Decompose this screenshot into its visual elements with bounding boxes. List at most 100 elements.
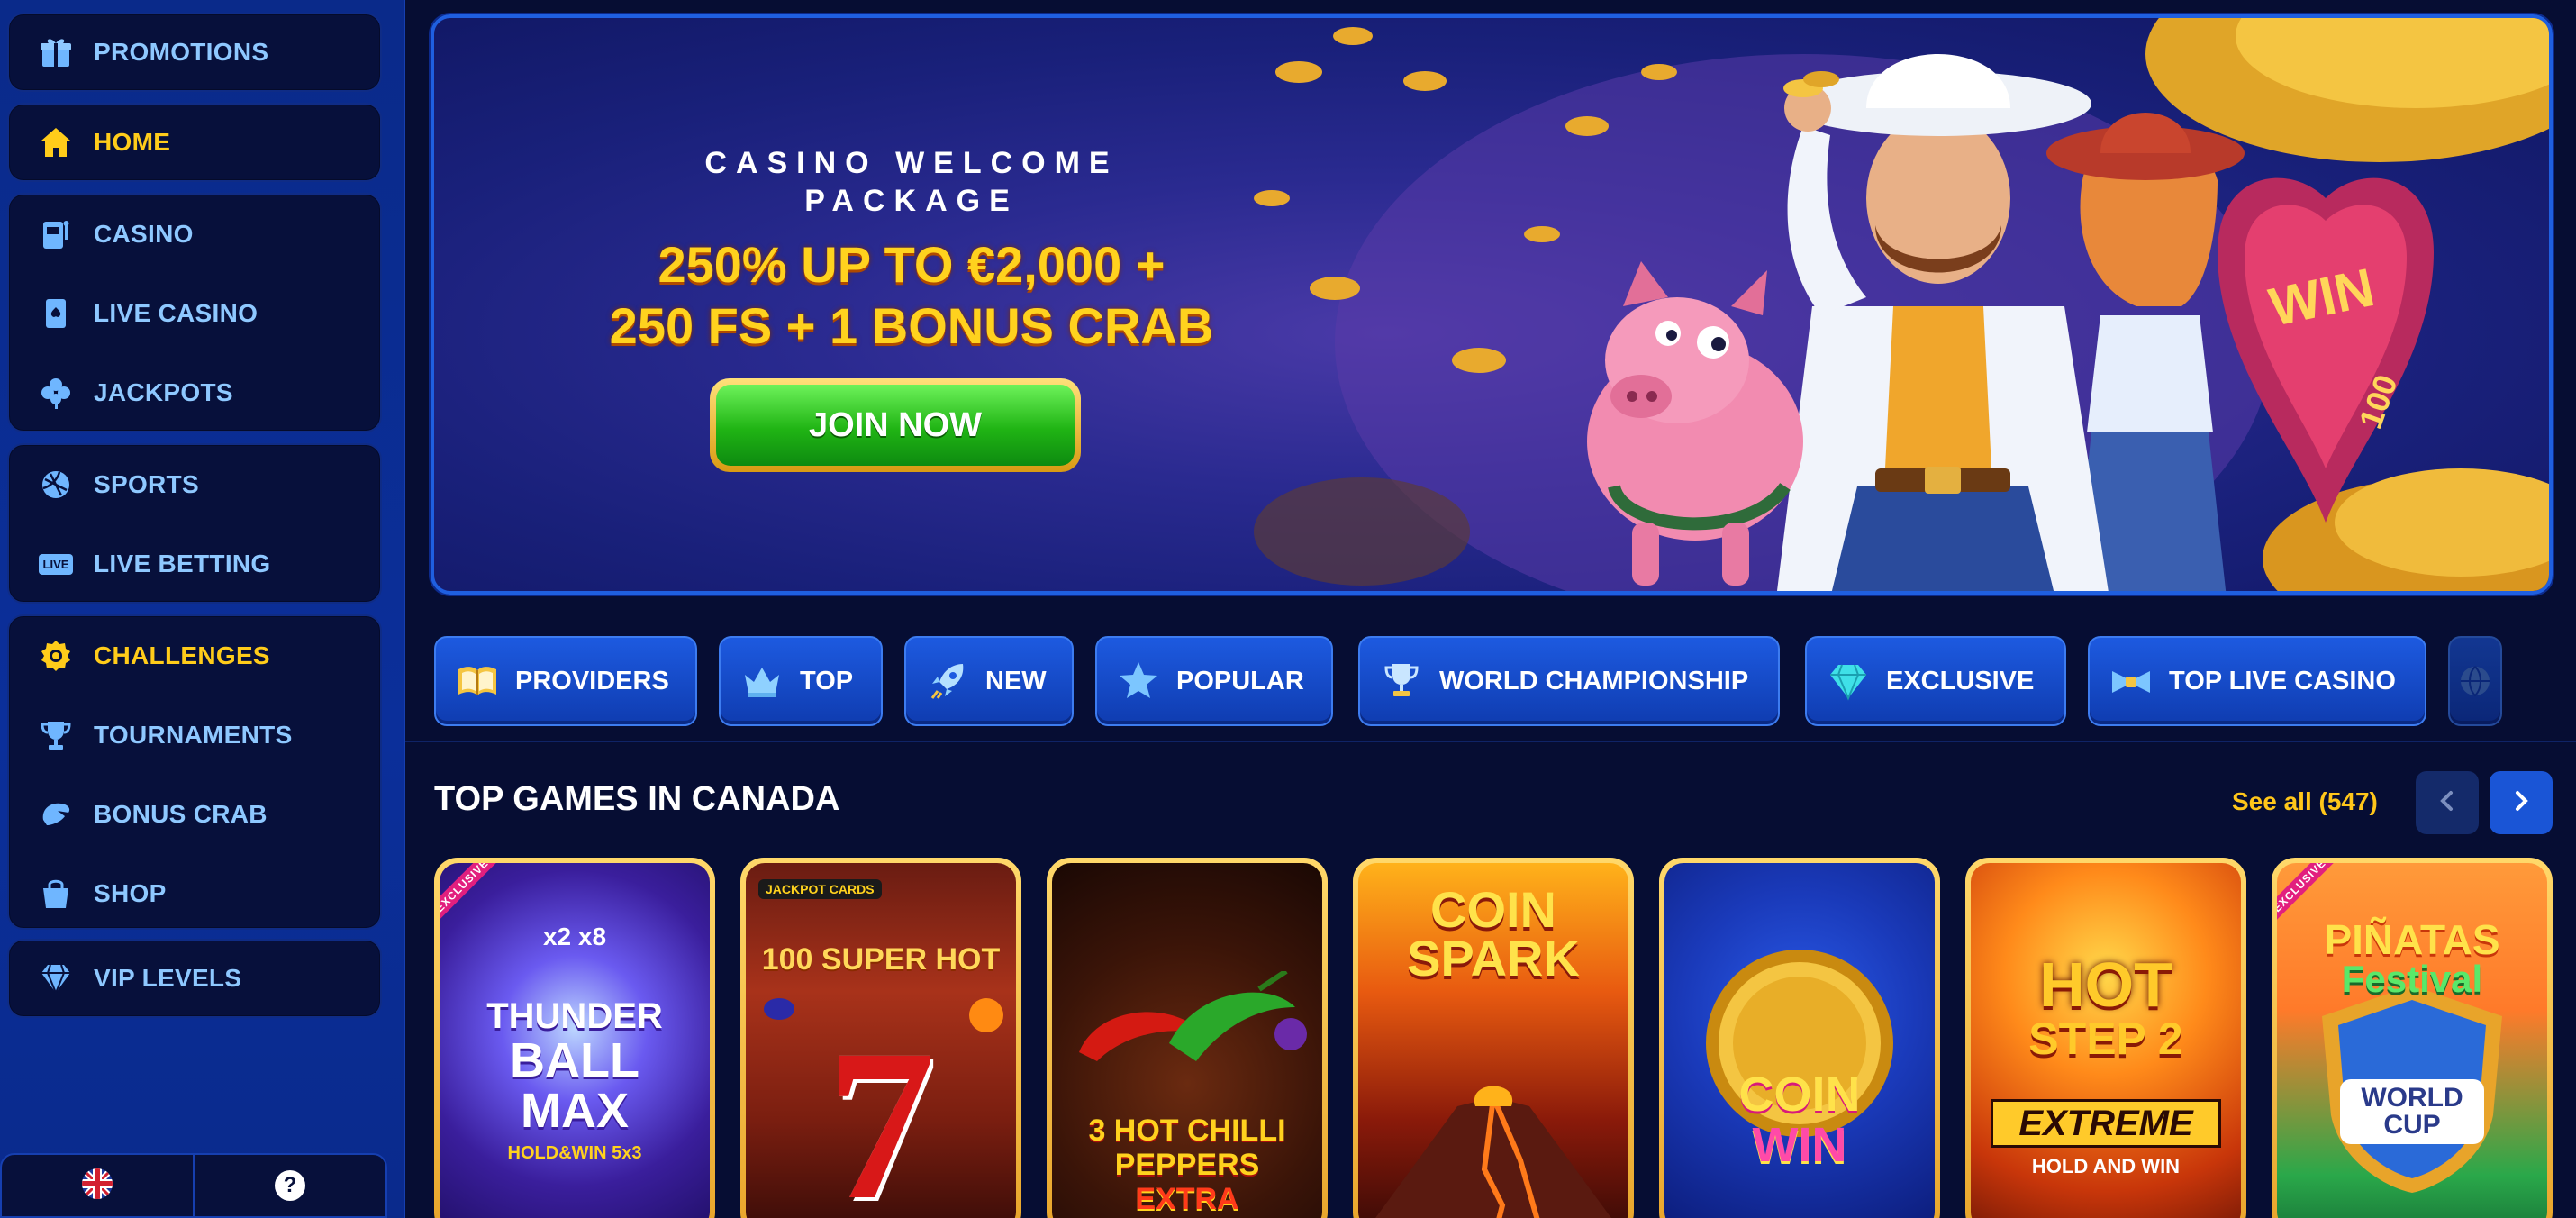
hero-text-block: CASINO WELCOME PACKAGE 250% UP TO €2,000… bbox=[596, 144, 1227, 357]
sidebar-item-promotions[interactable]: PROMOTIONS bbox=[9, 16, 380, 88]
game-extra-text: HOLD AND WIN bbox=[2031, 1155, 2181, 1177]
sidebar-item-vip-levels[interactable]: VIP LEVELS bbox=[9, 942, 380, 1014]
game-title-line: BALL bbox=[510, 1033, 639, 1087]
star-icon bbox=[1115, 658, 1162, 704]
bow-tie-icon bbox=[2108, 658, 2154, 704]
nav-group-challenges: CHALLENGES TOURNAMENTS BONUS CRAB SHOP bbox=[7, 614, 382, 930]
hero-offer-line-1: 250% UP TO €2,000 + bbox=[658, 236, 1166, 293]
ball-icon bbox=[36, 465, 76, 504]
game-title-line: HOT bbox=[2039, 950, 2172, 1020]
live-icon-text: LIVE bbox=[38, 553, 74, 575]
sidebar-item-sports[interactable]: SPORTS bbox=[9, 449, 380, 521]
carousel-prev-button[interactable] bbox=[2416, 771, 2479, 834]
tab-world-championship[interactable]: WORLD CHAMPIONSHIP bbox=[1358, 636, 1780, 726]
nav-group-promotions: PROMOTIONS bbox=[7, 13, 382, 92]
tab-new[interactable]: NEW bbox=[904, 636, 1074, 726]
help-button[interactable]: ? bbox=[195, 1155, 385, 1216]
tab-popular[interactable]: POPULAR bbox=[1095, 636, 1333, 726]
tab-top-live-casino[interactable]: TOP LIVE CASINO bbox=[2088, 636, 2426, 726]
game-thumbnail: COIN WIN bbox=[1664, 863, 1935, 1218]
game-title-line: COIN bbox=[1430, 881, 1556, 938]
clover-icon bbox=[36, 373, 76, 413]
nav-group-sports: SPORTS LIVE LIVE BETTING bbox=[7, 443, 382, 604]
medal-icon bbox=[36, 636, 76, 676]
game-title-line: MAX bbox=[521, 1084, 629, 1138]
tab-label: TOP LIVE CASINO bbox=[2169, 666, 2396, 695]
game-card-pinatas-festival[interactable]: EXCLUSIVE PIÑATAS Festival WORLD CUP bbox=[2272, 858, 2553, 1218]
sidebar-item-live-betting[interactable]: LIVE LIVE BETTING bbox=[9, 528, 380, 600]
sidebar-item-bonus-crab[interactable]: BONUS CRAB bbox=[9, 778, 380, 850]
pepper-illustration bbox=[1079, 971, 1307, 1061]
orange-icon bbox=[969, 998, 1003, 1032]
game-big-seven: 7 bbox=[827, 1004, 935, 1218]
game-title-line: WIN bbox=[1752, 1118, 1847, 1172]
game-card-thunder-ball-max[interactable]: EXCLUSIVE x2 x8 THUNDER BALL MAX HOLD&WI… bbox=[434, 858, 715, 1218]
hero-kicker: CASINO WELCOME PACKAGE bbox=[704, 146, 1119, 218]
casino-app: PROMOTIONS HOME CASINO LIVE CASINO JACKP… bbox=[0, 0, 2576, 1218]
sidebar-item-challenges[interactable]: CHALLENGES bbox=[9, 620, 380, 692]
sidebar-item-label: HOME bbox=[94, 128, 171, 156]
section-title-top-games: TOP GAMES IN CANADA bbox=[434, 780, 840, 818]
sidebar-item-label: SPORTS bbox=[94, 470, 199, 498]
diamond-icon bbox=[1825, 658, 1872, 704]
sidebar-item-label: BONUS CRAB bbox=[94, 800, 268, 828]
nav-group-vip: VIP LEVELS bbox=[7, 939, 382, 1018]
exclusive-badge: EXCLUSIVE bbox=[440, 863, 503, 927]
join-now-label: JOIN NOW bbox=[716, 385, 1075, 466]
carousel-next-button[interactable] bbox=[2490, 771, 2553, 834]
divider bbox=[405, 741, 2576, 742]
join-now-button[interactable]: JOIN NOW bbox=[710, 378, 1081, 472]
tab-top[interactable]: TOP bbox=[719, 636, 883, 726]
game-card-hot-step-2-extreme[interactable]: HOT STEP 2 EXTREME HOLD AND WIN bbox=[1965, 858, 2246, 1218]
gift-icon bbox=[36, 32, 76, 72]
sidebar-item-label: CHALLENGES bbox=[94, 641, 270, 669]
game-thumbnail: EXCLUSIVE PIÑATAS Festival WORLD CUP bbox=[2277, 863, 2547, 1218]
tab-label: TOP bbox=[800, 666, 854, 695]
sidebar-item-casino[interactable]: CASINO bbox=[9, 198, 380, 270]
see-all-link[interactable]: See all (547) bbox=[2232, 787, 2378, 816]
slot-machine-icon bbox=[36, 214, 76, 254]
nav-group-casino: CASINO LIVE CASINO JACKPOTS bbox=[7, 193, 382, 432]
sidebar-item-tournaments[interactable]: TOURNAMENTS bbox=[9, 699, 380, 771]
jackpot-cards-badge: JACKPOT CARDS bbox=[758, 879, 882, 899]
sidebar-item-label: TOURNAMENTS bbox=[94, 721, 293, 749]
game-card-coin-win[interactable]: COIN WIN bbox=[1659, 858, 1940, 1218]
sidebar-item-jackpots[interactable]: JACKPOTS bbox=[9, 357, 380, 429]
rocket-icon bbox=[924, 658, 971, 704]
trophy-icon bbox=[36, 715, 76, 755]
game-title-line: PEPPERS bbox=[1114, 1148, 1260, 1182]
book-icon bbox=[454, 658, 501, 704]
tab-exclusive[interactable]: EXCLUSIVE bbox=[1805, 636, 2066, 726]
game-extra-text: x2 x8 bbox=[542, 923, 607, 950]
sidebar-item-live-casino[interactable]: LIVE CASINO bbox=[9, 277, 380, 350]
game-title-line: Festival bbox=[2341, 958, 2483, 1000]
game-subtitle: EXTREME bbox=[1991, 1099, 2221, 1148]
hero-banner[interactable]: WIN 100 CASINO WELCOME PACKAGE 250% UP T… bbox=[431, 14, 2553, 595]
game-subtitle: WORLD CUP bbox=[2340, 1079, 2484, 1144]
game-card-coin-spark[interactable]: COIN SPARK bbox=[1353, 858, 1634, 1218]
game-card-3-hot-chilli-peppers-extra[interactable]: 3 HOT CHILLI PEPPERS EXTRA bbox=[1047, 858, 1328, 1218]
tab-label: PROVIDERS bbox=[515, 666, 669, 695]
chevron-right-icon bbox=[2508, 787, 2535, 819]
game-card-100-super-hot[interactable]: JACKPOT CARDS 100 SUPER HOT 7 bbox=[740, 858, 1021, 1218]
playing-card-icon bbox=[36, 294, 76, 333]
sidebar-item-label: PROMOTIONS bbox=[94, 38, 269, 66]
live-icon: LIVE bbox=[36, 544, 76, 584]
sidebar-item-shop[interactable]: SHOP bbox=[9, 858, 380, 930]
diamond-icon bbox=[36, 959, 76, 998]
sidebar-item-home[interactable]: HOME bbox=[9, 106, 380, 178]
game-subtitle: HOLD&WIN 5x3 bbox=[507, 1143, 642, 1163]
hero-offer-line-2: 250 FS + 1 BONUS CRAB bbox=[609, 297, 1214, 354]
language-selector[interactable] bbox=[2, 1155, 195, 1216]
game-thumbnail: EXCLUSIVE x2 x8 THUNDER BALL MAX HOLD&WI… bbox=[440, 863, 710, 1218]
game-title-line: STEP 2 bbox=[2028, 1013, 2183, 1064]
tab-label: NEW bbox=[985, 666, 1047, 695]
trophy-icon bbox=[1378, 658, 1425, 704]
crab-claw-icon bbox=[36, 795, 76, 834]
help-icon: ? bbox=[275, 1170, 305, 1201]
tab-providers[interactable]: PROVIDERS bbox=[434, 636, 697, 726]
sidebar-item-label: VIP LEVELS bbox=[94, 964, 242, 992]
sidebar-item-label: LIVE BETTING bbox=[94, 550, 271, 577]
game-title-line: SPARK bbox=[1407, 930, 1580, 986]
tab-more-partial[interactable] bbox=[2448, 636, 2502, 726]
